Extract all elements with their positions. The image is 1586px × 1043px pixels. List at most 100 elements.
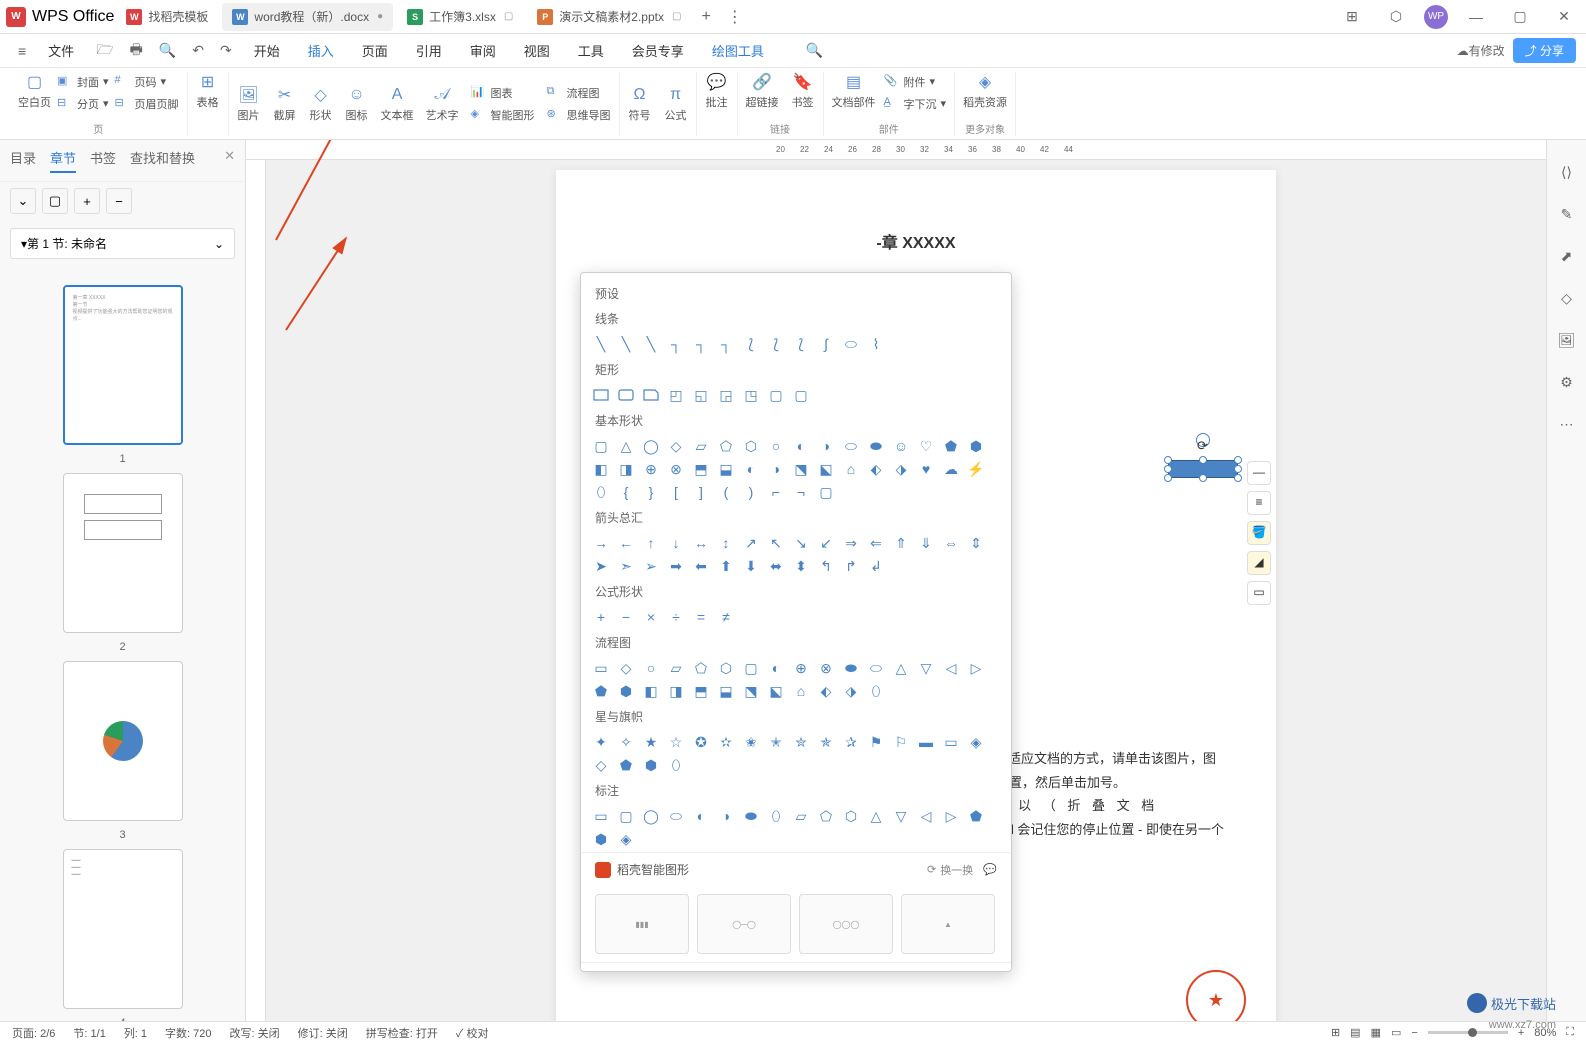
- settings-icon[interactable]: ⚙: [1555, 370, 1579, 394]
- ribbon-smartart[interactable]: ◈智能图形: [471, 105, 535, 125]
- shape-glyph[interactable]: ⇒: [841, 534, 861, 552]
- shape-glyph[interactable]: ◐: [791, 437, 811, 455]
- shape-glyph[interactable]: ⊕: [641, 460, 661, 478]
- status-section[interactable]: 节: 1/1: [73, 1025, 105, 1041]
- shape-glyph[interactable]: ⬠: [816, 807, 836, 825]
- shape-glyph[interactable]: ◈: [616, 830, 636, 848]
- shape-glyph[interactable]: ➣: [616, 557, 636, 575]
- shape-glyph[interactable]: ↘: [791, 534, 811, 552]
- shape-glyph[interactable]: ⬡: [841, 807, 861, 825]
- thumb-2[interactable]: [63, 473, 183, 633]
- shape-glyph[interactable]: ➡: [666, 557, 686, 575]
- shape-glyph[interactable]: ◧: [591, 460, 611, 478]
- shape-glyph[interactable]: ◨: [616, 460, 636, 478]
- shape-glyph[interactable]: ◈: [966, 733, 986, 751]
- shape-glyph[interactable]: ➤: [591, 557, 611, 575]
- elbow-shape[interactable]: ┐: [716, 335, 736, 353]
- shape-glyph[interactable]: ⬓: [716, 460, 736, 478]
- layout-options-icon[interactable]: —: [1247, 461, 1271, 485]
- shape-glyph[interactable]: ←: [616, 534, 636, 552]
- shape-glyph[interactable]: ⬡: [716, 659, 736, 677]
- ribbon-equation[interactable]: π公式: [664, 85, 688, 123]
- shape-glyph[interactable]: ⬆: [716, 557, 736, 575]
- shape-glyph[interactable]: △: [616, 437, 636, 455]
- tab-add-button[interactable]: +: [693, 8, 718, 26]
- shape-glyph[interactable]: ▭: [941, 733, 961, 751]
- shape-glyph[interactable]: ✧: [616, 733, 636, 751]
- shape-glyph[interactable]: {: [616, 483, 636, 501]
- resize-handle[interactable]: [1234, 456, 1242, 464]
- sidebar-add[interactable]: +: [74, 188, 100, 214]
- resize-handle[interactable]: [1164, 474, 1172, 482]
- shape-glyph[interactable]: ⬢: [641, 756, 661, 774]
- resize-handle[interactable]: [1199, 456, 1207, 464]
- sidebar-collapse[interactable]: ⌄: [10, 188, 36, 214]
- shape-glyph[interactable]: ⌐: [766, 483, 786, 501]
- ribbon-symbol[interactable]: Ω符号: [628, 85, 652, 123]
- smart-template-2[interactable]: ◯─◯: [697, 894, 791, 954]
- minus-shape[interactable]: −: [616, 608, 636, 626]
- shape-glyph[interactable]: ⇕: [966, 534, 986, 552]
- preview-icon[interactable]: 🔍: [151, 38, 184, 63]
- ribbon-wordart[interactable]: 𝒜艺术字: [426, 85, 459, 123]
- rect-shape[interactable]: [591, 386, 611, 404]
- shape-glyph[interactable]: ⬯: [666, 756, 686, 774]
- curve-shape[interactable]: ∫: [816, 335, 836, 353]
- shape-glyph[interactable]: ✯: [816, 733, 836, 751]
- shape-glyph[interactable]: ◑: [816, 437, 836, 455]
- modify-status[interactable]: ☁ 有修改: [1457, 42, 1505, 59]
- save-icon[interactable]: 🗁: [88, 35, 121, 67]
- shape-glyph[interactable]: ⬬: [866, 437, 886, 455]
- inserted-shape[interactable]: ⟳ — ≡ 🪣 ◢ ▭: [1168, 460, 1238, 478]
- shape-glyph[interactable]: ▱: [666, 659, 686, 677]
- roundrect-shape[interactable]: [616, 386, 636, 404]
- shape-glyph[interactable]: ⊕: [791, 659, 811, 677]
- shape-glyph[interactable]: ◑: [716, 807, 736, 825]
- shape-glyph[interactable]: ⬖: [866, 460, 886, 478]
- shape-glyph[interactable]: ▽: [916, 659, 936, 677]
- elbow-shape[interactable]: ┐: [691, 335, 711, 353]
- freeform-shape[interactable]: ⬭: [841, 335, 861, 353]
- ribbon-pagenum[interactable]: #页码 ▾: [115, 72, 179, 92]
- status-page[interactable]: 页面: 2/6: [12, 1025, 55, 1041]
- shape-glyph[interactable]: ✰: [841, 733, 861, 751]
- menu-reference[interactable]: 引用: [402, 37, 456, 64]
- sidebar-tab-bookmark[interactable]: 书签: [90, 148, 116, 173]
- round-rect-shape[interactable]: ▢: [791, 386, 811, 404]
- shape-glyph[interactable]: ○: [766, 437, 786, 455]
- shape-glyph[interactable]: ☁: [941, 460, 961, 478]
- ribbon-screenshot[interactable]: ✂截屏: [273, 85, 297, 123]
- shape-glyph[interactable]: ▢: [616, 807, 636, 825]
- tab-excel[interactable]: S 工作簿3.xlsx ▢: [397, 3, 523, 31]
- zoom-slider[interactable]: [1428, 1031, 1508, 1034]
- ribbon-dropcap[interactable]: A̲字下沉 ▾: [884, 94, 947, 114]
- shape-glyph[interactable]: ⬕: [816, 460, 836, 478]
- maximize-button[interactable]: ▢: [1504, 3, 1536, 31]
- shape-glyph[interactable]: ✮: [791, 733, 811, 751]
- thumb-1[interactable]: 第一章 XXXXX第一节视频提供了功能强大的方法帮助您证明您的观点...: [63, 285, 183, 445]
- shape-glyph[interactable]: ⬗: [891, 460, 911, 478]
- shape-glyph[interactable]: ▢: [816, 483, 836, 501]
- ribbon-mindmap[interactable]: ⊛思维导图: [547, 105, 611, 125]
- sidebar-close-icon[interactable]: ✕: [224, 148, 235, 173]
- shape-glyph[interactable]: ♥: [916, 460, 936, 478]
- status-spell[interactable]: 拼写检查: 打开: [366, 1025, 438, 1041]
- shape-glyph[interactable]: ⬇: [741, 557, 761, 575]
- shape-glyph[interactable]: ⚡: [966, 460, 986, 478]
- snip-rect-shape[interactable]: ◰: [666, 386, 686, 404]
- shape-glyph[interactable]: ⬓: [716, 682, 736, 700]
- plus-shape[interactable]: +: [591, 608, 611, 626]
- shape-glyph[interactable]: ]: [691, 483, 711, 501]
- snip-rect-shape[interactable]: ◲: [716, 386, 736, 404]
- snip-rect-shape[interactable]: [641, 386, 661, 404]
- shape-glyph[interactable]: ⌂: [791, 682, 811, 700]
- scribble-shape[interactable]: ⌇: [866, 335, 886, 353]
- shape-glyph[interactable]: ▭: [591, 807, 611, 825]
- ribbon-image[interactable]: 🖼图片: [237, 85, 261, 123]
- shape-glyph[interactable]: ⬕: [766, 682, 786, 700]
- menu-view[interactable]: 视图: [510, 37, 564, 64]
- status-column[interactable]: 列: 1: [124, 1025, 147, 1041]
- tab-window-icon[interactable]: ▢: [672, 11, 681, 22]
- shape-glyph[interactable]: ▷: [966, 659, 986, 677]
- shape-glyph[interactable]: ⬬: [841, 659, 861, 677]
